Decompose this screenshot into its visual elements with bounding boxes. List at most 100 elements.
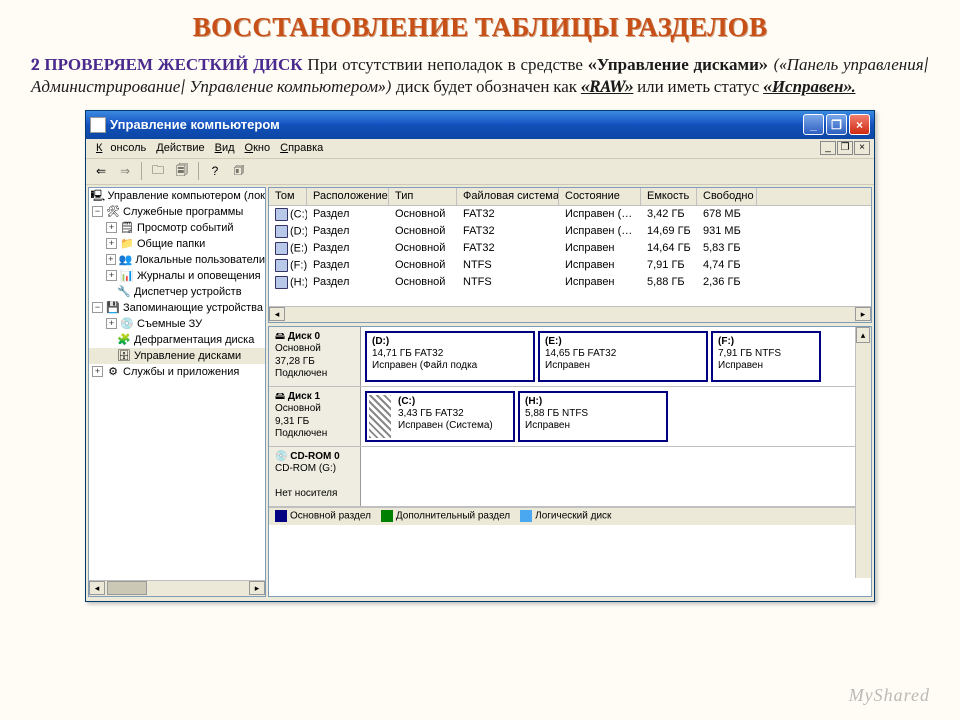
computer-icon: 🖳: [90, 189, 104, 203]
expand-icon[interactable]: +: [92, 366, 103, 377]
services-icon: ⚙: [106, 365, 120, 379]
devmgr-icon: 🔧: [117, 285, 131, 299]
tree-services[interactable]: +⚙Службы и приложения: [89, 364, 265, 380]
menu-view[interactable]: Вид: [211, 140, 239, 156]
legend-primary-swatch: [275, 510, 287, 522]
col-tom[interactable]: Том: [269, 188, 307, 205]
tree-hscrollbar[interactable]: ◂ ▸: [89, 580, 265, 596]
partition[interactable]: (C:)3,43 ГБ FAT32Исправен (Система): [365, 391, 515, 442]
scroll-left-icon[interactable]: ◂: [89, 581, 105, 595]
tree-local-users[interactable]: +👥Локальные пользователи: [89, 252, 265, 268]
menu-window[interactable]: Окно: [241, 140, 275, 156]
volume-icon: [275, 208, 288, 221]
defrag-icon: 🧩: [117, 333, 131, 347]
disk-info: 💿 CD-ROM 0CD-ROM (G:)Нет носителя: [269, 447, 361, 506]
storage-icon: 💾: [106, 301, 120, 315]
col-tip[interactable]: Тип: [389, 188, 457, 205]
partitions-container: (C:)3,43 ГБ FAT32Исправен (Система)(H:)5…: [361, 387, 871, 446]
hatch-icon: [369, 395, 391, 438]
app-icon: [90, 117, 106, 133]
back-button[interactable]: ⇐: [90, 160, 112, 182]
tree-storage[interactable]: −💾Запоминающие устройства: [89, 300, 265, 316]
expand-icon[interactable]: +: [106, 222, 117, 233]
col-free[interactable]: Свободно: [697, 188, 757, 205]
maximize-button[interactable]: ❐: [826, 114, 847, 135]
menu-console[interactable]: Консоль: [92, 140, 150, 156]
graphic-vscrollbar[interactable]: ▴: [855, 327, 871, 578]
forward-button[interactable]: ⇒: [114, 160, 136, 182]
logs-icon: 📊: [120, 269, 134, 283]
slide-description: 2 ПРОВЕРЯЕМ ЖЕСТКИЙ ДИСК При отсутствии …: [25, 55, 935, 100]
legend-extended-swatch: [381, 510, 393, 522]
mdi-close-button[interactable]: ×: [854, 141, 870, 155]
mmc-window: Управление компьютером _ ❐ × Консоль Дей…: [85, 110, 875, 602]
tree-event-viewer[interactable]: +🗒Просмотр событий: [89, 220, 265, 236]
cdrom-icon: 💿: [275, 451, 287, 462]
volume-list: Том Расположение Тип Файловая система Со…: [268, 187, 872, 323]
disk-graphic-view: 🖴 Диск 0Основной37,28 ГБПодключен(D:)14,…: [268, 326, 872, 597]
col-fs[interactable]: Файловая система: [457, 188, 559, 205]
tree-root[interactable]: 🖳Управление компьютером (лок: [89, 188, 265, 204]
disk-info: 🖴 Диск 1Основной9,31 ГБПодключен: [269, 387, 361, 446]
eventviewer-icon: 🗒: [120, 221, 134, 235]
properties-button[interactable]: 🗐: [171, 160, 193, 182]
menu-action[interactable]: Действие: [152, 140, 208, 156]
scroll-right-icon[interactable]: ▸: [855, 307, 871, 321]
tree-device-manager[interactable]: 🔧Диспетчер устройств: [89, 284, 265, 300]
expand-icon[interactable]: +: [106, 254, 116, 265]
disk-icon: 🖴: [275, 391, 285, 402]
mdi-restore-button[interactable]: ❐: [837, 141, 853, 155]
titlebar[interactable]: Управление компьютером _ ❐ ×: [86, 111, 874, 139]
list-row[interactable]: (C:)РазделОсновнойFAT32Исправен (…3,42 Г…: [269, 206, 871, 223]
list-row[interactable]: (H:)РазделОсновнойNTFSИсправен5,88 ГБ2,3…: [269, 274, 871, 291]
expand-icon[interactable]: +: [106, 318, 117, 329]
expand-icon[interactable]: +: [106, 238, 117, 249]
partition[interactable]: (H:)5,88 ГБ NTFSИсправен: [518, 391, 668, 442]
volume-icon: [275, 259, 288, 272]
partition[interactable]: (D:)14,71 ГБ FAT32Исправен (Файл подка: [365, 331, 535, 382]
menu-help[interactable]: Справка: [276, 140, 327, 156]
partitions-container: (D:)14,71 ГБ FAT32Исправен (Файл подка(E…: [361, 327, 871, 386]
mdi-minimize-button[interactable]: _: [820, 141, 836, 155]
separator: [141, 162, 142, 180]
scroll-left-icon[interactable]: ◂: [269, 307, 285, 321]
col-state[interactable]: Состояние: [559, 188, 641, 205]
expand-icon[interactable]: +: [106, 270, 117, 281]
tree-defrag[interactable]: 🧩Дефрагментация диска: [89, 332, 265, 348]
watermark: MyShared: [849, 685, 930, 706]
up-button[interactable]: 🗀: [147, 160, 169, 182]
folder-icon: 📁: [120, 237, 134, 251]
collapse-icon[interactable]: −: [92, 302, 103, 313]
tree-panel: 🖳Управление компьютером (лок −🛠Служебные…: [88, 187, 266, 597]
refresh-button[interactable]: 🗊: [228, 160, 250, 182]
list-row[interactable]: (E:)РазделОсновнойFAT32Исправен14,64 ГБ5…: [269, 240, 871, 257]
tree-disk-management[interactable]: 🗄Управление дисками: [89, 348, 265, 364]
scroll-up-icon[interactable]: ▴: [856, 327, 870, 343]
tree-logs[interactable]: +📊Журналы и оповещения: [89, 268, 265, 284]
list-row[interactable]: (D:)РазделОсновнойFAT32Исправен (…14,69 …: [269, 223, 871, 240]
volume-icon: [275, 242, 288, 255]
disk-row: 🖴 Диск 1Основной9,31 ГБПодключен(C:)3,43…: [269, 387, 871, 447]
scroll-thumb[interactable]: [107, 581, 147, 595]
collapse-icon[interactable]: −: [92, 206, 103, 217]
separator: [198, 162, 199, 180]
list-hscrollbar[interactable]: ◂ ▸: [269, 306, 871, 322]
disk-row: 💿 CD-ROM 0CD-ROM (G:)Нет носителя: [269, 447, 871, 507]
scroll-right-icon[interactable]: ▸: [249, 581, 265, 595]
tree-shared-folders[interactable]: +📁Общие папки: [89, 236, 265, 252]
window-title: Управление компьютером: [110, 117, 280, 132]
tree-removable[interactable]: +💿Съемные ЗУ: [89, 316, 265, 332]
minimize-button[interactable]: _: [803, 114, 824, 135]
list-row[interactable]: (F:)РазделОсновнойNTFSИсправен7,91 ГБ4,7…: [269, 257, 871, 274]
col-ras[interactable]: Расположение: [307, 188, 389, 205]
disk-info: 🖴 Диск 0Основной37,28 ГБПодключен: [269, 327, 361, 386]
partition[interactable]: (E:)14,65 ГБ FAT32Исправен: [538, 331, 708, 382]
partition[interactable]: (F:)7,91 ГБ NTFSИсправен: [711, 331, 821, 382]
disk-icon: 🖴: [275, 331, 285, 342]
tree-system-tools[interactable]: −🛠Служебные программы: [89, 204, 265, 220]
help-button[interactable]: ?: [204, 160, 226, 182]
menu-bar: Консоль Действие Вид Окно Справка _ ❐ ×: [86, 139, 874, 159]
col-size[interactable]: Емкость: [641, 188, 697, 205]
close-button[interactable]: ×: [849, 114, 870, 135]
volume-icon: [275, 276, 288, 289]
